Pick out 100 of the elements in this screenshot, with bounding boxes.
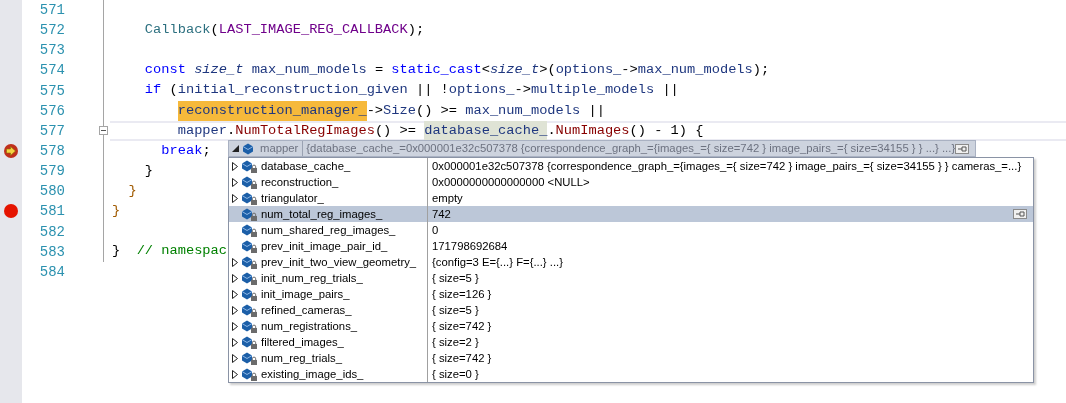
- cube-lock-icon: [241, 255, 257, 269]
- member-value: { size=0 }: [432, 366, 479, 382]
- cube-icon: [242, 142, 254, 155]
- member-value: { size=5 }: [432, 270, 479, 286]
- punctuation: ->: [366, 101, 384, 120]
- member-name: database_cache_: [261, 158, 352, 174]
- punctuation: (: [210, 20, 219, 39]
- datatip-row[interactable]: num_total_reg_images_ 742: [229, 206, 1033, 222]
- reference-highlight: database_cache_: [424, 120, 548, 142]
- datatip-row[interactable]: num_shared_reg_images_ 0: [229, 222, 1033, 238]
- keyword: break: [161, 141, 203, 160]
- breakpoint-margin[interactable]: [0, 0, 22, 403]
- pin-icon[interactable]: [955, 143, 970, 154]
- line-number: 582: [38, 224, 65, 239]
- identifier: options_: [555, 61, 622, 80]
- type-name: size_t: [194, 61, 245, 80]
- datatip-row[interactable]: existing_image_ids_ { size=0 }: [229, 366, 1033, 382]
- member-name: filtered_images_: [261, 334, 345, 350]
- identifier: multiple_models: [530, 81, 655, 100]
- line-number: 574: [38, 63, 65, 78]
- member-value: 0: [432, 222, 439, 238]
- expand-arrow-icon[interactable]: [232, 257, 238, 267]
- member-value: 171798692684: [432, 238, 508, 254]
- expand-arrow-icon[interactable]: [232, 369, 238, 379]
- line-number: 576: [38, 103, 65, 118]
- member-value: { size=5 }: [432, 302, 479, 318]
- brace: }: [128, 182, 137, 201]
- punctuation: () - 1) {: [629, 121, 704, 140]
- datatip-row[interactable]: prev_init_image_pair_id_ 171798692684: [229, 238, 1033, 254]
- member-value: 0x0000000000000000 <NULL>: [432, 174, 590, 190]
- member-name: init_num_reg_trials_: [261, 270, 364, 286]
- expand-arrow-icon[interactable]: [232, 321, 238, 331]
- cube-lock-icon: [241, 319, 257, 333]
- identifier: max_num_models: [251, 61, 367, 80]
- line-number: 571: [38, 3, 65, 18]
- cube-lock-icon: [241, 223, 257, 237]
- punctuation: ||: [588, 101, 605, 120]
- cube-lock-icon: [241, 335, 257, 349]
- punctuation: );: [752, 61, 770, 80]
- identifier: max_num_models: [637, 61, 753, 80]
- member-name: num_total_reg_images_: [261, 206, 384, 222]
- member-value: { size=742 }: [432, 318, 492, 334]
- punctuation: ->: [621, 61, 638, 80]
- pin-icon[interactable]: [1013, 209, 1027, 219]
- datatip-row[interactable]: prev_init_two_view_geometry_ {config=3 E={...} F={...} ...}: [229, 254, 1033, 270]
- member-name: num_reg_trials_: [261, 350, 343, 366]
- function-name: Callback: [144, 20, 211, 39]
- member-value: {config=3 E={...} F={...} ...}: [432, 254, 563, 270]
- punctuation: =: [374, 61, 385, 80]
- punctuation: >(: [539, 61, 556, 80]
- cube-lock-icon: [241, 159, 257, 173]
- punctuation: .: [227, 121, 236, 140]
- expand-arrow-icon[interactable]: [232, 193, 238, 203]
- identifier: options_: [448, 81, 515, 100]
- expand-arrow-icon[interactable]: [232, 305, 238, 315]
- datatip-row[interactable]: refined_cameras_ { size=5 }: [229, 302, 1033, 318]
- datatip-row[interactable]: triangulator_ empty: [229, 190, 1033, 206]
- expand-arrow-icon[interactable]: [232, 289, 238, 299]
- line-number: 584: [38, 264, 65, 279]
- highlighted-identifier: reconstruction_manager_: [177, 100, 367, 122]
- cube-lock-icon: [241, 287, 257, 301]
- member-name: refined_cameras_: [261, 302, 353, 318]
- datatip-row[interactable]: init_num_reg_trials_ { size=5 }: [229, 270, 1033, 286]
- expand-arrow-icon[interactable]: [232, 273, 238, 283]
- line-number: 583: [38, 244, 65, 259]
- expand-arrow-icon[interactable]: [232, 177, 238, 187]
- member-value: 742: [432, 206, 451, 222]
- expand-arrow-icon[interactable]: [232, 353, 238, 363]
- line-number: 579: [38, 164, 65, 179]
- datatip-row[interactable]: num_registrations_ { size=742 }: [229, 318, 1033, 334]
- line-number: 577: [38, 123, 65, 138]
- punctuation: || !: [415, 81, 449, 100]
- collapse-toggle[interactable]: [99, 125, 108, 135]
- punctuation: ||: [662, 81, 679, 100]
- member-value: { size=126 }: [432, 286, 492, 302]
- identifier: max_num_models: [465, 101, 581, 120]
- punctuation: (: [169, 81, 178, 100]
- datatip-row[interactable]: num_reg_trials_ { size=742 }: [229, 350, 1033, 366]
- identifier: Size: [383, 101, 416, 120]
- keyword: if: [144, 81, 162, 100]
- type-name: size_t: [489, 61, 540, 80]
- member-name: num_shared_reg_images_: [261, 222, 397, 238]
- punctuation: () >=: [374, 121, 417, 140]
- datatip-row[interactable]: database_cache_ 0x000001e32c507378 {correspondence_graph_={images_={ size=742 } image_pairs_={ size=34155 } } cameras_=...}: [229, 158, 1033, 174]
- datatip-row[interactable]: filtered_images_ { size=2 }: [229, 334, 1033, 350]
- method-name: NumTotalRegImages: [235, 121, 375, 140]
- expand-arrow-icon[interactable]: [232, 337, 238, 347]
- expand-arrow-icon[interactable]: [232, 161, 238, 171]
- identifier: mapper: [177, 121, 227, 140]
- punctuation: .: [547, 121, 556, 140]
- collapse-triangle-icon[interactable]: [232, 145, 239, 152]
- cube-lock-icon: [241, 191, 257, 205]
- punctuation: <: [481, 61, 490, 80]
- line-number: 580: [38, 184, 65, 199]
- line-number: 573: [38, 43, 65, 58]
- keyword: static_cast: [391, 61, 482, 80]
- punctuation: ;: [202, 141, 211, 160]
- datatip-row[interactable]: reconstruction_ 0x0000000000000000 <NULL>: [229, 174, 1033, 190]
- datatip-row[interactable]: init_image_pairs_ { size=126 }: [229, 286, 1033, 302]
- breakpoint-icon[interactable]: [3, 203, 19, 220]
